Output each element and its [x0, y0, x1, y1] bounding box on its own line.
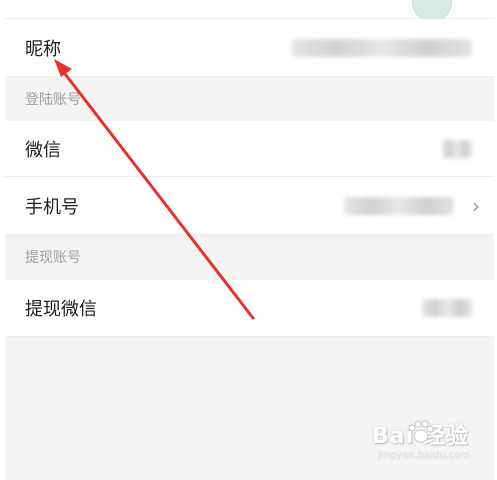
previous-row-partial[interactable] [5, 0, 494, 22]
chevron-right-icon: › [472, 193, 480, 218]
withdraw-wechat-label: 提现微信 [25, 299, 97, 320]
phone-label: 手机号 [25, 196, 79, 218]
baidu-jingyan-watermark: Bai 经验 jingyan.baidu.com [372, 418, 487, 470]
withdraw-wechat-row[interactable]: 提现微信 [5, 280, 494, 337]
section-label-withdraw: 提现账号 [25, 250, 81, 266]
nickname-row[interactable]: 昵称 [5, 19, 494, 77]
section-label-login: 登陆账号 [25, 91, 81, 108]
withdraw-wechat-value-blurred [422, 299, 472, 317]
section-login-accounts: 登陆账号 [5, 77, 494, 120]
paw-icon [408, 420, 434, 443]
section-withdraw-accounts: 提现账号 [5, 235, 494, 279]
nickname-label: 昵称 [25, 38, 61, 60]
wechat-label: 微信 [25, 139, 61, 161]
wechat-row[interactable]: 微信 [5, 121, 494, 177]
phone-row[interactable]: 手机号 › [5, 177, 494, 235]
nickname-value-blurred [292, 38, 472, 57]
phone-value-blurred [344, 196, 454, 215]
watermark-url: jingyan.baidu.com [378, 450, 471, 461]
wechat-value-blurred [442, 139, 472, 158]
